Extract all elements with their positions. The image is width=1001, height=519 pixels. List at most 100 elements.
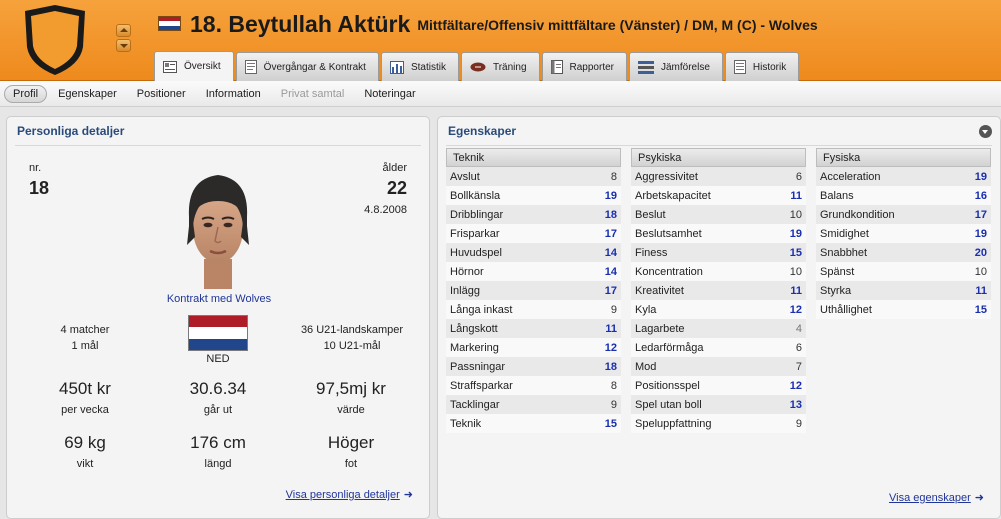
attribute-name: Kyla bbox=[635, 303, 657, 316]
value-stat: 97,5mj kr värde bbox=[291, 379, 411, 416]
attribute-row[interactable]: Balans 16 bbox=[816, 186, 991, 205]
attribute-row[interactable]: Finess 15 bbox=[631, 243, 806, 262]
attribute-row[interactable]: Positionsspel 12 bbox=[631, 376, 806, 395]
attribute-row[interactable]: Tacklingar 9 bbox=[446, 395, 621, 414]
attribute-name: Passningar bbox=[450, 360, 506, 373]
player-stepper[interactable] bbox=[116, 24, 131, 52]
subnav-notes[interactable]: Noteringar bbox=[355, 85, 424, 103]
attribute-row[interactable]: Mod 7 bbox=[631, 357, 806, 376]
subnav-positions[interactable]: Positioner bbox=[128, 85, 195, 103]
contract-link[interactable]: Kontrakt med Wolves bbox=[7, 293, 431, 305]
player-value: 97,5mj kr bbox=[316, 379, 386, 398]
personal-details-panel: Personliga detaljer nr. 18 ålder 22 4.8.… bbox=[6, 116, 430, 519]
attribute-value: 12 bbox=[789, 303, 802, 316]
attribute-name: Hörnor bbox=[450, 265, 484, 278]
mental-header: Psykiska bbox=[631, 148, 806, 167]
tab-label: Statistik bbox=[410, 61, 446, 73]
tab-overview[interactable]: Översikt bbox=[154, 51, 234, 81]
attribute-row[interactable]: Grundkondition 17 bbox=[816, 205, 991, 224]
attribute-value: 12 bbox=[789, 379, 802, 392]
subnav-attributes[interactable]: Egenskaper bbox=[49, 85, 126, 103]
attribute-name: Långa inkast bbox=[450, 303, 513, 316]
report-icon bbox=[550, 60, 563, 74]
attribute-name: Teknik bbox=[450, 417, 482, 430]
attribute-value: 20 bbox=[974, 246, 987, 259]
panel-title: Egenskaper bbox=[448, 124, 517, 138]
tab-label: Övergångar & Kontrakt bbox=[263, 61, 366, 73]
attribute-name: Arbetskapacitet bbox=[635, 189, 711, 202]
attribute-row[interactable]: Spänst 10 bbox=[816, 262, 991, 281]
attribute-name: Styrka bbox=[820, 284, 852, 297]
compare-icon bbox=[637, 60, 654, 74]
attribute-name: Snabbhet bbox=[820, 246, 868, 259]
link-label: Visa egenskaper bbox=[889, 492, 971, 504]
attribute-row[interactable]: Hörnor 14 bbox=[446, 262, 621, 281]
attribute-row[interactable]: Huvudspel 14 bbox=[446, 243, 621, 262]
attribute-row[interactable]: Passningar 18 bbox=[446, 357, 621, 376]
attribute-row[interactable]: Lagarbete 4 bbox=[631, 319, 806, 338]
attribute-row[interactable]: Långa inkast 9 bbox=[446, 300, 621, 319]
attribute-value: 8 bbox=[610, 379, 617, 392]
attribute-name: Spänst bbox=[820, 265, 855, 278]
attribute-name: Frisparkar bbox=[450, 227, 500, 240]
attribute-row[interactable]: Speluppfattning 9 bbox=[631, 414, 806, 433]
club-crest-icon[interactable] bbox=[22, 3, 88, 77]
sub-navigation: Profil Egenskaper Positioner Information… bbox=[0, 81, 1001, 107]
contract-icon bbox=[244, 60, 257, 74]
attribute-row[interactable]: Straffsparkar 8 bbox=[446, 376, 621, 395]
attribute-name: Speluppfattning bbox=[635, 417, 712, 430]
view-personal-details-link[interactable]: Visa personliga detaljer ➜ bbox=[286, 488, 413, 501]
squad-number: 18 bbox=[29, 178, 50, 198]
attribute-name: Beslutsamhet bbox=[635, 227, 702, 240]
next-player-button[interactable] bbox=[116, 39, 131, 52]
attribute-row[interactable]: Frisparkar 17 bbox=[446, 224, 621, 243]
view-attributes-link[interactable]: Visa egenskaper ➜ bbox=[889, 491, 984, 504]
attribute-row[interactable]: Arbetskapacitet 11 bbox=[631, 186, 806, 205]
player-name: 18. Beytullah Aktürk bbox=[190, 11, 411, 37]
attribute-row[interactable]: Kreativitet 11 bbox=[631, 281, 806, 300]
player-value-label: värde bbox=[337, 404, 365, 416]
attribute-row[interactable]: Uthållighet 15 bbox=[816, 300, 991, 319]
attribute-row[interactable]: Snabbhet 20 bbox=[816, 243, 991, 262]
attribute-name: Huvudspel bbox=[450, 246, 502, 259]
tab-comparison[interactable]: Jämförelse bbox=[628, 52, 723, 81]
tab-history[interactable]: Historik bbox=[724, 52, 800, 81]
age-label: ålder bbox=[382, 162, 407, 174]
attribute-row[interactable]: Aggressivitet 6 bbox=[631, 167, 806, 186]
attribute-row[interactable]: Långskott 11 bbox=[446, 319, 621, 338]
attribute-value: 12 bbox=[604, 341, 617, 354]
tab-statistics[interactable]: Statistik bbox=[380, 52, 459, 81]
tab-training[interactable]: Träning bbox=[460, 52, 540, 81]
attribute-row[interactable]: Markering 12 bbox=[446, 338, 621, 357]
attribute-row[interactable]: Avslut 8 bbox=[446, 167, 621, 186]
attribute-value: 14 bbox=[604, 265, 617, 278]
attribute-row[interactable]: Acceleration 19 bbox=[816, 167, 991, 186]
attribute-row[interactable]: Inlägg 17 bbox=[446, 281, 621, 300]
attribute-row[interactable]: Spel utan boll 13 bbox=[631, 395, 806, 414]
attribute-value: 6 bbox=[795, 341, 802, 354]
attribute-row[interactable]: Beslutsamhet 19 bbox=[631, 224, 806, 243]
subnav-profile[interactable]: Profil bbox=[4, 84, 48, 103]
attribute-row[interactable]: Bollkänsla 19 bbox=[446, 186, 621, 205]
attribute-name: Positionsspel bbox=[635, 379, 700, 392]
attribute-name: Dribblingar bbox=[450, 208, 504, 221]
attribute-name: Inlägg bbox=[450, 284, 480, 297]
attribute-name: Smidighet bbox=[820, 227, 869, 240]
attribute-name: Avslut bbox=[450, 170, 480, 183]
attribute-row[interactable]: Smidighet 19 bbox=[816, 224, 991, 243]
subnav-information[interactable]: Information bbox=[197, 85, 270, 103]
tab-reports[interactable]: Rapporter bbox=[541, 52, 627, 81]
preferred-foot-label: fot bbox=[344, 458, 358, 470]
attribute-row[interactable]: Koncentration 10 bbox=[631, 262, 806, 281]
collapse-icon[interactable] bbox=[979, 125, 992, 138]
attribute-row[interactable]: Teknik 15 bbox=[446, 414, 621, 433]
tab-transfers-contract[interactable]: Övergångar & Kontrakt bbox=[235, 52, 379, 81]
attribute-value: 15 bbox=[789, 246, 802, 259]
attribute-row[interactable]: Dribblingar 18 bbox=[446, 205, 621, 224]
attribute-row[interactable]: Styrka 11 bbox=[816, 281, 991, 300]
attribute-row[interactable]: Ledarförmåga 6 bbox=[631, 338, 806, 357]
technical-header: Teknik bbox=[446, 148, 621, 167]
attribute-row[interactable]: Beslut 10 bbox=[631, 205, 806, 224]
attribute-row[interactable]: Kyla 12 bbox=[631, 300, 806, 319]
previous-player-button[interactable] bbox=[116, 24, 131, 37]
